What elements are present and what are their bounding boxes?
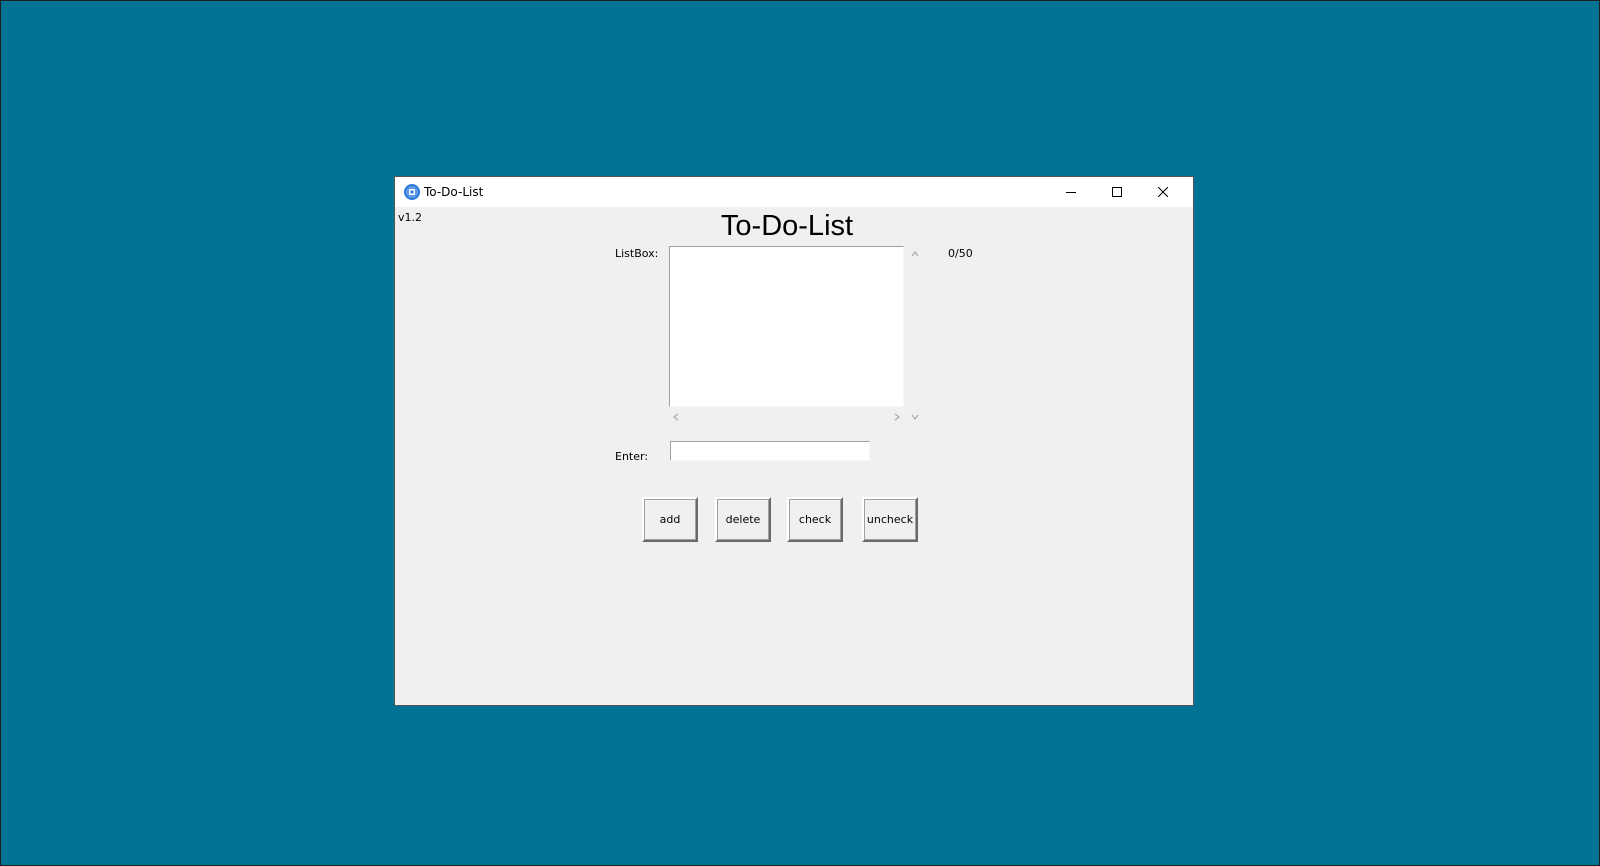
scroll-down-icon[interactable] (910, 412, 920, 422)
todo-listbox[interactable] (669, 246, 904, 407)
desktop-background: To-Do-List v1.2 To-Do-List ListBox: 0/50… (1, 1, 1599, 865)
add-button[interactable]: add (642, 497, 698, 542)
app-icon (404, 184, 420, 200)
enter-label: Enter: (615, 450, 649, 463)
uncheck-button[interactable]: uncheck (862, 497, 918, 542)
item-counter: 0/50 (948, 247, 973, 260)
listbox-label: ListBox: (615, 247, 659, 260)
minimize-button[interactable] (1048, 177, 1094, 207)
minimize-icon (1066, 192, 1076, 193)
window-title: To-Do-List (424, 185, 484, 199)
maximize-icon (1112, 187, 1122, 197)
scroll-up-icon[interactable] (910, 249, 920, 259)
close-button[interactable] (1140, 177, 1186, 207)
close-icon (1158, 187, 1168, 197)
title-bar[interactable]: To-Do-List (395, 177, 1193, 207)
app-window: To-Do-List v1.2 To-Do-List ListBox: 0/50… (394, 176, 1194, 706)
scroll-right-icon[interactable] (892, 412, 902, 422)
scroll-left-icon[interactable] (671, 412, 681, 422)
maximize-button[interactable] (1094, 177, 1140, 207)
task-entry-input[interactable] (670, 441, 870, 461)
check-button[interactable]: check (787, 497, 843, 542)
page-title: To-Do-List (395, 210, 1193, 243)
page-title-text: To-Do-List (720, 210, 854, 242)
delete-button[interactable]: delete (715, 497, 771, 542)
